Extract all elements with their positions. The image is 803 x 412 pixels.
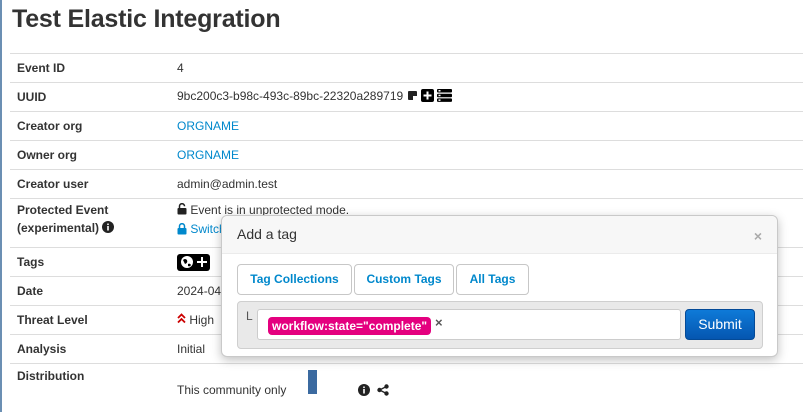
distribution-graph-bar [307,370,317,394]
uuid-value: 9bc200c3-b98c-493c-89bc-22320a289719 [177,89,404,104]
well-marker: L [246,309,253,323]
creator-org-label: Creator org [10,111,170,141]
tab-tag-collections[interactable]: Tag Collections [237,264,352,295]
row-creator-user: Creator user admin@admin.test [10,169,803,199]
owner-org-link[interactable]: ORGNAME [177,148,239,162]
remove-tag-icon[interactable]: × [435,315,443,330]
plus-icon [197,256,208,267]
chevrons-up-icon [177,313,186,327]
row-distribution: Distribution This community only [10,363,803,408]
tag-select-field[interactable]: workflow:state="complete" × [257,309,681,340]
date-label: Date [10,276,170,306]
protected-event-label-2: (experimental) [17,221,100,235]
tab-all-tags[interactable]: All Tags [456,264,529,295]
unlock-icon [177,203,187,218]
row-owner-org: Owner org ORGNAME [10,140,803,170]
tab-custom-tags[interactable]: Custom Tags [354,264,454,295]
add-tag-popover: Add a tag × Tag Collections Custom Tags … [221,215,778,357]
creator-org-link[interactable]: ORGNAME [177,119,239,133]
uuid-label: UUID [10,82,170,112]
selected-tag-chip: workflow:state="complete" [268,317,432,335]
tags-label: Tags [10,247,170,277]
plus-square-icon[interactable] [420,89,434,105]
creator-user-label: Creator user [10,169,170,199]
analysis-label: Analysis [10,334,170,364]
protected-event-label: Protected Event [17,203,109,217]
threat-level-label: Threat Level [10,305,170,335]
info-icon[interactable] [358,383,371,399]
info-icon[interactable] [102,221,115,236]
copy-icon[interactable] [407,90,418,104]
server-icon[interactable] [437,89,453,105]
submit-button[interactable]: Submit [685,309,755,340]
event-id-value: 4 [170,53,803,83]
popover-title: Add a tag [237,226,297,242]
row-event-id: Event ID 4 [10,53,803,83]
close-icon[interactable]: × [754,228,762,244]
popover-header: Add a tag × [222,216,777,254]
left-edge-line [0,0,2,412]
lock-icon [177,222,187,238]
row-uuid: UUID 9bc200c3-b98c-493c-89bc-22320a28971… [10,82,803,112]
page-title: Test Elastic Integration [12,5,281,33]
row-creator-org: Creator org ORGNAME [10,111,803,141]
threat-level-value: High [189,312,215,327]
add-galaxy-button[interactable] [177,253,211,271]
share-icon[interactable] [377,383,390,399]
tag-input-well: L workflow:state="complete" × Submit [237,301,763,349]
globe-icon [181,255,193,268]
creator-user-value: admin@admin.test [170,169,803,199]
distribution-label: Distribution [10,363,170,408]
owner-org-label: Owner org [10,140,170,170]
distribution-value: This community only [177,383,287,398]
event-id-label: Event ID [10,53,170,83]
